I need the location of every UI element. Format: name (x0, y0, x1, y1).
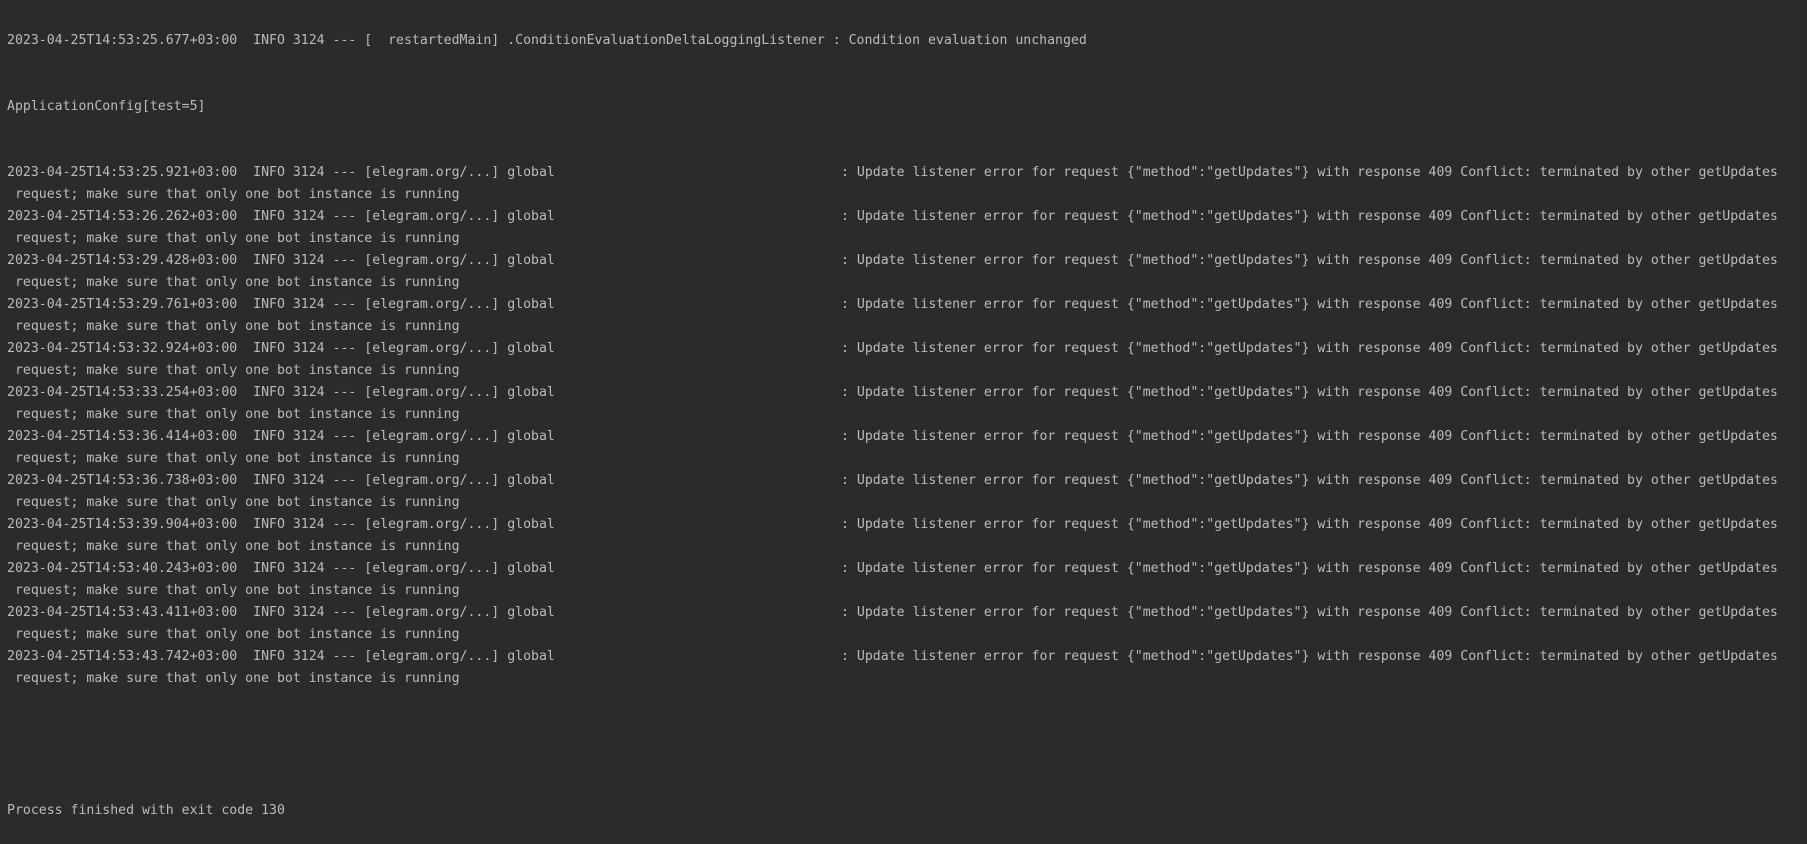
log-entry-continuation: request; make sure that only one bot ins… (7, 583, 460, 598)
log-entry-continuation: request; make sure that only one bot ins… (7, 407, 460, 422)
log-entry-continuation: request; make sure that only one bot ins… (7, 231, 460, 246)
log-entry-line: 2023-04-25T14:53:32.924+03:00 INFO 3124 … (0, 338, 1807, 360)
log-entry-message: : Update listener error for request {"me… (841, 341, 1778, 356)
log-entry-message: : Update listener error for request {"me… (841, 253, 1778, 268)
log-entry-continuation: request; make sure that only one bot ins… (7, 627, 460, 642)
log-entry-continuation: request; make sure that only one bot ins… (7, 671, 460, 686)
log-entry-line: 2023-04-25T14:53:43.742+03:00 INFO 3124 … (0, 646, 1807, 668)
log-entry-prefix: 2023-04-25T14:53:26.262+03:00 INFO 3124 … (7, 209, 555, 224)
log-entry-line: 2023-04-25T14:53:40.243+03:00 INFO 3124 … (0, 558, 1807, 580)
log-entry-prefix: 2023-04-25T14:53:43.411+03:00 INFO 3124 … (7, 605, 555, 620)
log-entry-line: 2023-04-25T14:53:39.904+03:00 INFO 3124 … (0, 514, 1807, 536)
log-entry-message: : Update listener error for request {"me… (841, 165, 1778, 180)
log-entry-prefix: 2023-04-25T14:53:39.904+03:00 INFO 3124 … (7, 517, 555, 532)
log-entry-message: : Update listener error for request {"me… (841, 649, 1778, 664)
log-entry-line: 2023-04-25T14:53:36.414+03:00 INFO 3124 … (0, 426, 1807, 448)
log-entry-line: 2023-04-25T14:53:26.262+03:00 INFO 3124 … (0, 206, 1807, 228)
log-entry-line: 2023-04-25T14:53:29.761+03:00 INFO 3124 … (0, 294, 1807, 316)
log-entry-prefix: 2023-04-25T14:53:29.761+03:00 INFO 3124 … (7, 297, 555, 312)
log-entry-continuation: request; make sure that only one bot ins… (7, 363, 460, 378)
log-entry-continuation: request; make sure that only one bot ins… (7, 495, 460, 510)
log-entry-prefix: 2023-04-25T14:53:36.414+03:00 INFO 3124 … (7, 429, 555, 444)
log-entry-line: 2023-04-25T14:53:36.738+03:00 INFO 3124 … (0, 470, 1807, 492)
log-entry-prefix: 2023-04-25T14:53:43.742+03:00 INFO 3124 … (7, 649, 555, 664)
process-exit-message: Process finished with exit code 130 (7, 803, 285, 818)
console-output[interactable]: 2023-04-25T14:53:25.677+03:00 INFO 3124 … (0, 0, 1807, 844)
log-entry-continuation: request; make sure that only one bot ins… (7, 319, 460, 334)
log-entry-prefix: 2023-04-25T14:53:40.243+03:00 INFO 3124 … (7, 561, 555, 576)
log-entry-prefix: 2023-04-25T14:53:36.738+03:00 INFO 3124 … (7, 473, 555, 488)
log-entry-message: : Update listener error for request {"me… (841, 473, 1778, 488)
log-entry-prefix: 2023-04-25T14:53:25.921+03:00 INFO 3124 … (7, 165, 555, 180)
log-entry-continuation: request; make sure that only one bot ins… (7, 275, 460, 290)
log-entry-message: : Update listener error for request {"me… (841, 429, 1778, 444)
log-entries: 2023-04-25T14:53:25.921+03:00 INFO 3124 … (0, 162, 1807, 690)
config-line: ApplicationConfig[test=5] (7, 99, 206, 114)
log-entry-message: : Update listener error for request {"me… (841, 561, 1778, 576)
log-entry-message: : Update listener error for request {"me… (841, 517, 1778, 532)
log-entry-prefix: 2023-04-25T14:53:32.924+03:00 INFO 3124 … (7, 341, 555, 356)
log-entry-continuation: request; make sure that only one bot ins… (7, 187, 460, 202)
log-entry-prefix: 2023-04-25T14:53:29.428+03:00 INFO 3124 … (7, 253, 555, 268)
log-entry-line: 2023-04-25T14:53:33.254+03:00 INFO 3124 … (0, 382, 1807, 404)
log-entry-message: : Update listener error for request {"me… (841, 209, 1778, 224)
log-entry-message: : Update listener error for request {"me… (841, 385, 1778, 400)
log-entry-message: : Update listener error for request {"me… (841, 605, 1778, 620)
log-line-clipped: 2023-04-25T14:53:25.677+03:00 INFO 3124 … (7, 33, 1087, 48)
log-entry-continuation: request; make sure that only one bot ins… (7, 451, 460, 466)
log-entry-message: : Update listener error for request {"me… (841, 297, 1778, 312)
log-entry-line: 2023-04-25T14:53:25.921+03:00 INFO 3124 … (0, 162, 1807, 184)
log-entry-continuation: request; make sure that only one bot ins… (7, 539, 460, 554)
log-entry-line: 2023-04-25T14:53:29.428+03:00 INFO 3124 … (0, 250, 1807, 272)
log-entry-line: 2023-04-25T14:53:43.411+03:00 INFO 3124 … (0, 602, 1807, 624)
log-entry-prefix: 2023-04-25T14:53:33.254+03:00 INFO 3124 … (7, 385, 555, 400)
